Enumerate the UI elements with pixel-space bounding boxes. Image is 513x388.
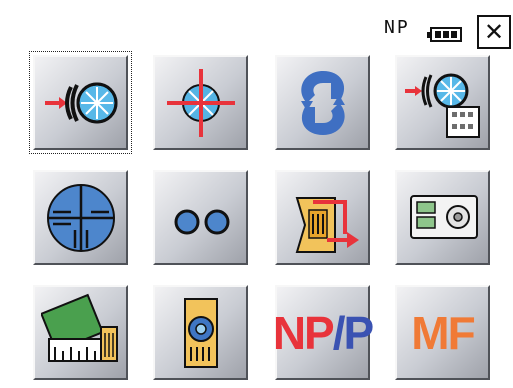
reticle-button[interactable]: [33, 170, 128, 265]
edm-menu-icon: [403, 63, 483, 143]
stakeout-icon: [283, 178, 363, 258]
memory-card-button[interactable]: [395, 170, 490, 265]
np-p-toggle-button[interactable]: NP / P: [273, 285, 374, 380]
close-button[interactable]: ✕: [477, 15, 511, 49]
mf-text: MF: [411, 306, 475, 359]
ppm-correction-icon: [40, 293, 121, 373]
np-text: NP: [272, 306, 335, 359]
battery-icon: [427, 27, 462, 42]
edm-measure-icon: [41, 63, 121, 143]
memory-card-icon: [403, 178, 483, 258]
mf-button[interactable]: MF: [395, 285, 490, 380]
stakeout-button[interactable]: [275, 170, 370, 265]
edm-settings-button[interactable]: [395, 55, 490, 150]
edm-measure-button[interactable]: [29, 51, 132, 154]
mode-label: NP: [384, 17, 410, 38]
rotation-button[interactable]: [275, 55, 370, 150]
close-icon: ✕: [483, 18, 505, 46]
np-p-toggle-icon: NP / P: [273, 293, 374, 373]
target-crosshair-icon: [161, 63, 241, 143]
slash-text: /: [332, 306, 346, 359]
rotation-icon: [283, 63, 363, 143]
two-dots-icon: [161, 178, 241, 258]
two-dots-button[interactable]: [153, 170, 248, 265]
main-menu-screen: NP ✕ NP / P MF: [0, 0, 513, 388]
reticle-icon: [41, 178, 121, 258]
ppm-correction-button[interactable]: [33, 285, 128, 380]
prism-button[interactable]: [153, 285, 248, 380]
target-crosshair-button[interactable]: [153, 55, 248, 150]
prism-icon: [161, 293, 241, 373]
p-text: P: [343, 306, 375, 359]
mf-icon: MF: [403, 293, 483, 373]
